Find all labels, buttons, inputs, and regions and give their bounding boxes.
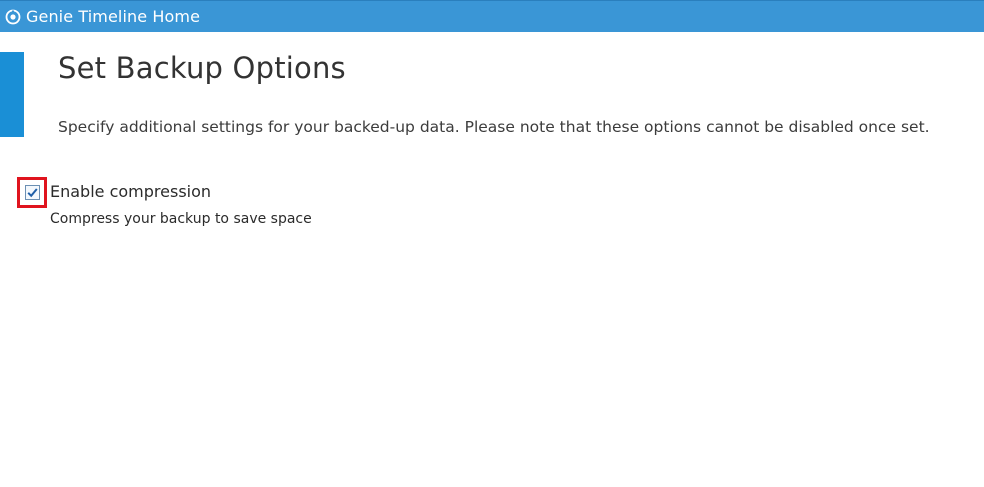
window-titlebar: Genie Timeline Home xyxy=(0,0,984,32)
enable-compression-checkbox[interactable] xyxy=(24,185,40,200)
enable-compression-label[interactable]: Enable compression xyxy=(50,182,211,201)
page-title: Set Backup Options xyxy=(58,51,346,85)
genie-logo-icon xyxy=(5,9,21,25)
checkmark-icon xyxy=(26,188,38,198)
compression-hint-text: Compress your backup to save space xyxy=(50,211,312,227)
checkbox-highlight-frame xyxy=(17,177,47,208)
section-accent-bar xyxy=(0,52,24,137)
page-description: Specify additional settings for your bac… xyxy=(58,118,930,136)
window-title: Genie Timeline Home xyxy=(26,7,201,26)
